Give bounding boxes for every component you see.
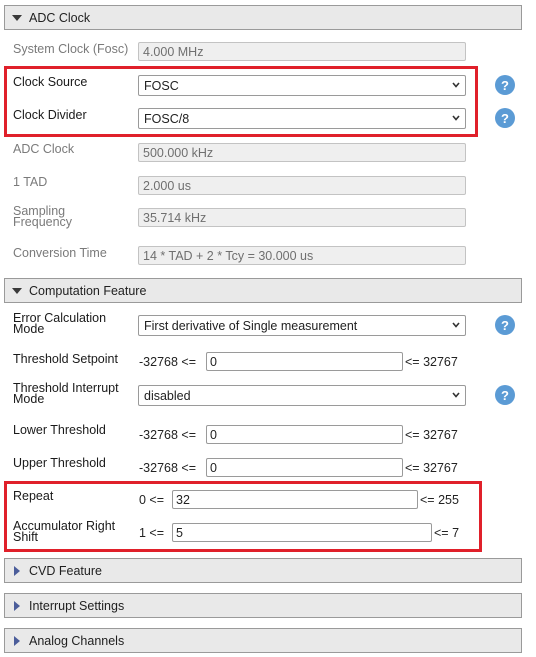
lower-threshold-input[interactable]: 0 (206, 425, 403, 444)
system-clock-field: 4.000 MHz (138, 42, 466, 61)
error-calc-value: First derivative of Single measurement (144, 319, 358, 333)
help-icon[interactable]: ? (495, 108, 515, 128)
conversion-time-label: Conversion Time (13, 246, 107, 260)
repeat-highlight-box (4, 481, 482, 552)
system-clock-label: System Clock (Fosc) (13, 42, 129, 56)
expand-arrow-icon (5, 565, 29, 576)
lower-threshold-max: <= 32767 (405, 428, 458, 442)
error-calc-label: Error Calculation Mode (13, 311, 107, 336)
sampling-frequency-label: Sampling Frequency (13, 204, 73, 229)
collapse-arrow-icon (5, 14, 29, 21)
threshold-interrupt-select[interactable]: disabled (138, 385, 466, 406)
upper-threshold-min: -32768 <= (139, 461, 196, 475)
threshold-interrupt-value: disabled (144, 389, 191, 403)
tad-label: 1 TAD (13, 175, 48, 189)
expand-arrow-icon (5, 600, 29, 611)
error-calc-select[interactable]: First derivative of Single measurement (138, 315, 466, 336)
threshold-setpoint-label: Threshold Setpoint (13, 352, 118, 366)
lower-threshold-min: -32768 <= (139, 428, 196, 442)
conversion-time-field: 14 * TAD + 2 * Tcy = 30.000 us (138, 246, 466, 265)
upper-threshold-label: Upper Threshold (13, 456, 106, 470)
section-title: Interrupt Settings (29, 598, 125, 613)
help-icon[interactable]: ? (495, 315, 515, 335)
section-computation-header[interactable]: Computation Feature (4, 278, 522, 303)
adc-clock-label: ADC Clock (13, 142, 75, 156)
section-title: Analog Channels (29, 633, 125, 648)
expand-arrow-icon (5, 635, 29, 646)
chevron-down-icon (452, 322, 460, 328)
section-interrupt-header[interactable]: Interrupt Settings (4, 593, 522, 618)
threshold-interrupt-label: Threshold Interrupt Mode (13, 381, 119, 406)
lower-threshold-label: Lower Threshold (13, 423, 106, 437)
tad-field: 2.000 us (138, 176, 466, 195)
section-analog-channels-header[interactable]: Analog Channels (4, 628, 522, 653)
threshold-setpoint-min: -32768 <= (139, 355, 196, 369)
help-icon[interactable]: ? (495, 75, 515, 95)
section-title: Computation Feature (29, 283, 147, 298)
chevron-down-icon (452, 392, 460, 398)
upper-threshold-input[interactable]: 0 (206, 458, 403, 477)
sampling-frequency-field: 35.714 kHz (138, 208, 466, 227)
threshold-setpoint-input[interactable]: 0 (206, 352, 403, 371)
help-icon[interactable]: ? (495, 385, 515, 405)
collapse-arrow-icon (5, 287, 29, 294)
clock-highlight-box (4, 66, 478, 137)
threshold-setpoint-max: <= 32767 (405, 355, 458, 369)
section-title: ADC Clock (29, 10, 91, 25)
upper-threshold-max: <= 32767 (405, 461, 458, 475)
section-cvd-header[interactable]: CVD Feature (4, 558, 522, 583)
section-title: CVD Feature (29, 563, 102, 578)
section-adc-clock-header[interactable]: ADC Clock (4, 5, 522, 30)
adc-clock-field: 500.000 kHz (138, 143, 466, 162)
